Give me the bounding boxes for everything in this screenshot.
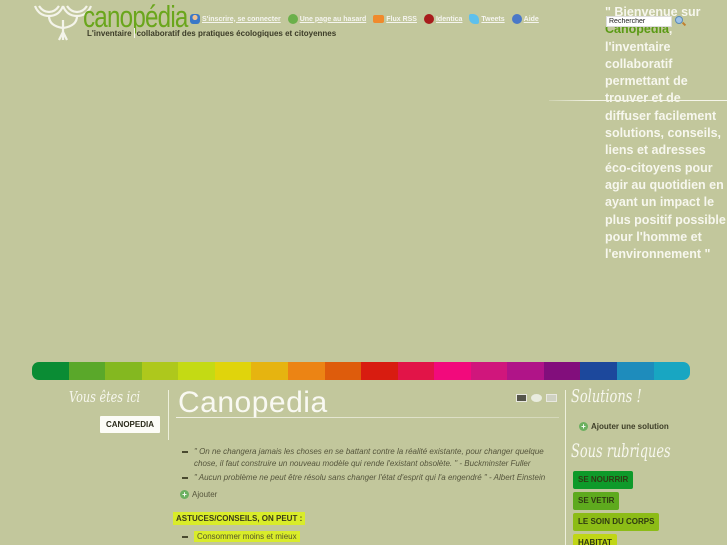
right-divider [565,390,566,545]
quote-item: " Aucun problème ne peut être résolu san… [182,472,554,484]
quote-list: " On ne changera jamais les choses en se… [182,446,554,487]
nav-login[interactable]: S'inscrire, se connecter [190,14,281,24]
nav-rss[interactable]: Flux RSS [373,14,417,24]
breadcrumb-label: Vous êtes ici [69,388,141,406]
welcome-close: " [701,247,711,262]
sous-rubriques-list: SE NOURRIR SE VETIR LE SOIN DU CORPS HAB… [573,471,660,545]
color-segment [214,362,252,380]
add-quote-button[interactable]: + Ajouter [180,490,217,499]
nav-tweets-label: Tweets [481,15,505,23]
nav-identica[interactable]: Identica [423,14,463,24]
color-segment [434,362,471,380]
nav-rss-label: Flux RSS [386,15,417,23]
solutions-title: Solutions ! [571,386,642,407]
top-navigation: S'inscrire, se connecter Une page au has… [190,14,539,24]
rubrique-se-vetir[interactable]: SE VETIR [573,492,620,510]
nav-login-label: S'inscrire, se connecter [202,15,281,23]
rubrique-se-nourrir[interactable]: SE NOURRIR [573,471,634,489]
color-segment [178,362,215,380]
color-segment [324,362,362,380]
identica-icon [423,14,434,24]
astuces-heading: ASTUCES/CONSEILS, ON PEUT : [173,512,306,525]
quote-text: " Aucun problème ne peut être résolu san… [194,473,546,482]
plus-icon: + [180,490,189,499]
sous-rubriques-title: Sous rubriques [571,440,671,462]
add-solution-button[interactable]: + Ajouter une solution [579,422,669,431]
color-segment [470,362,508,380]
color-segment [397,362,435,380]
tagline: L'inventaire collaboratif des pratiques é… [87,28,336,38]
page-title: Canopedia [178,386,328,419]
left-divider [168,390,169,440]
color-segment [580,362,617,380]
tagline-part1: L'inventaire [87,29,132,38]
bullet-dash [182,451,188,453]
page-tools [516,394,557,402]
nav-tweets[interactable]: Tweets [469,14,505,24]
rss-icon [373,15,385,23]
nav-help[interactable]: Aide [511,14,539,24]
category-color-bar [32,362,690,380]
rubrique-habitat[interactable]: HABITAT [573,534,617,545]
color-segment [141,362,179,380]
color-segment [507,362,544,380]
nav-random-page[interactable]: Une page au hasard [287,14,367,24]
nav-random-label: Une page au hasard [299,15,367,23]
book-icon[interactable] [516,394,527,402]
color-segment [251,362,288,380]
twitter-icon [469,14,480,24]
quote-item: " On ne changera jamais les choses en se… [182,446,554,469]
add-label: Ajouter [192,490,218,499]
bullet-dash [182,477,188,479]
add-solution-label: Ajouter une solution [591,422,669,431]
quote-text: " On ne changera jamais les choses en se… [194,447,544,468]
color-segment [653,362,690,380]
welcome-body: , l'inventaire collaboratif permettant d… [605,22,726,262]
color-segment [617,362,654,380]
tagline-divider [133,28,135,38]
color-segment [287,362,325,380]
color-segment [543,362,581,380]
email-icon[interactable] [546,394,557,402]
title-underline [176,417,559,418]
color-segment [105,362,142,380]
search-icon-handle [681,21,687,27]
search-button[interactable] [674,15,687,27]
tagline-part2: collaboratif des pratiques écologiques e… [136,29,337,38]
astuce-item: Consommer moins et mieux [182,531,300,542]
header-divider [549,100,727,101]
comment-icon[interactable] [531,394,542,402]
color-segment [68,362,106,380]
random-icon [287,14,298,24]
color-segment [32,362,69,380]
astuce-link[interactable]: Consommer moins et mieux [194,531,300,542]
nav-identica-label: Identica [435,15,463,23]
user-icon [190,14,200,24]
rubrique-soin-du-corps[interactable]: LE SOIN DU CORPS [573,513,660,531]
breadcrumb-item-canopedia[interactable]: CANOPEDIA [100,416,160,433]
welcome-message: " Bienvenue sur Canopedia, l'inventaire … [605,4,727,263]
plus-icon: + [579,422,588,431]
help-icon [511,14,522,24]
color-segment [361,362,398,380]
search-input[interactable] [606,16,672,27]
nav-help-label: Aide [523,15,539,23]
bullet-dash [182,535,188,538]
